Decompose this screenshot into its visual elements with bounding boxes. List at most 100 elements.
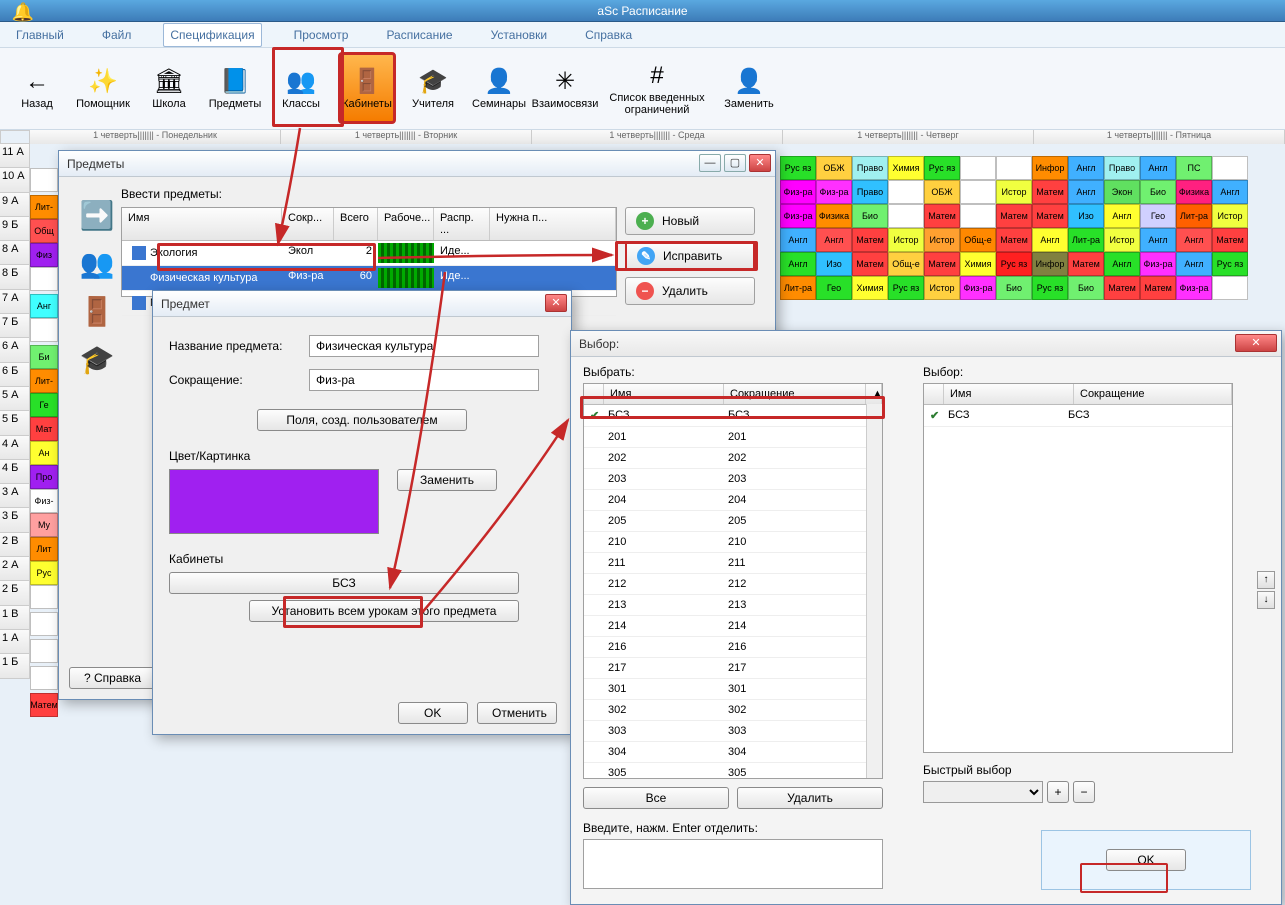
ribbon-Взаимосвязи[interactable]: ✳Взаимосвязи (536, 52, 594, 124)
arrow-icon[interactable]: ➡️ (77, 195, 117, 235)
class-row[interactable]: 11 А (0, 144, 30, 168)
replace-color-button[interactable]: Заменить (397, 469, 497, 491)
class-row[interactable]: 3 А (0, 484, 30, 508)
prompt-label: Ввести предметы: (121, 187, 617, 201)
class-row[interactable]: 9 А (0, 193, 30, 217)
subject-row[interactable]: ЭкологияЭкол2Иде... (122, 241, 616, 266)
class-row[interactable]: 4 А (0, 436, 30, 460)
ok-button[interactable]: OK (1106, 849, 1186, 871)
class-row[interactable]: 10 А (0, 168, 30, 192)
move-up-button[interactable]: ↑ (1257, 571, 1275, 589)
people-icon[interactable]: 👥 (77, 243, 117, 283)
ribbon-Семинары[interactable]: 👤Семинары (470, 52, 528, 124)
help-button[interactable]: ? Справка (69, 667, 156, 689)
room-row[interactable]: 216216 (584, 637, 882, 658)
remove-button[interactable]: Удалить (737, 787, 883, 809)
left-label: Выбрать: (583, 365, 883, 379)
menu-Файл[interactable]: Файл (96, 24, 138, 46)
class-row[interactable]: 3 Б (0, 508, 30, 532)
room-row[interactable]: 303303 (584, 721, 882, 742)
room-row[interactable]: 301301 (584, 679, 882, 700)
ribbon-Классы[interactable]: 👥Классы (272, 52, 330, 124)
class-row[interactable]: 6 Б (0, 363, 30, 387)
ribbon-Назад[interactable]: ←Назад (8, 52, 66, 124)
cancel-button[interactable]: Отменить (477, 702, 557, 724)
room-row[interactable]: 214214 (584, 616, 882, 637)
class-row[interactable]: 2 А (0, 557, 30, 581)
room-row[interactable]: 203203 (584, 469, 882, 490)
new-button[interactable]: +Новый (625, 207, 755, 235)
room-row[interactable]: 205205 (584, 511, 882, 532)
color-label: Цвет/Картинка (169, 449, 555, 463)
hat-icon[interactable]: 🎓 (77, 339, 117, 379)
ok-button[interactable]: OK (398, 702, 468, 724)
delete-button[interactable]: −Удалить (625, 277, 755, 305)
class-row[interactable]: 7 Б (0, 314, 30, 338)
room-row[interactable]: 212212 (584, 574, 882, 595)
menu-Установки[interactable]: Установки (485, 24, 553, 46)
minimize-button[interactable]: — (699, 154, 721, 172)
class-row[interactable]: 8 Б (0, 265, 30, 289)
close-icon[interactable]: ✕ (1235, 334, 1277, 352)
subject-abbr-input[interactable] (309, 369, 539, 391)
add-quick-button[interactable]: + (1047, 781, 1069, 803)
assign-all-button[interactable]: Установить всем урокам этого предмета (249, 600, 519, 622)
room-row[interactable]: 210210 (584, 532, 882, 553)
class-row[interactable]: 9 Б (0, 217, 30, 241)
room-row[interactable]: 217217 (584, 658, 882, 679)
class-row[interactable]: 8 А (0, 241, 30, 265)
edit-button[interactable]: ✎Исправить (625, 241, 755, 271)
available-list[interactable]: ИмяСокращение▲ ✔БСЗБСЗ201201202202203203… (583, 383, 883, 779)
room-row[interactable]: 201201 (584, 427, 882, 448)
class-row[interactable]: 5 А (0, 387, 30, 411)
close-button[interactable]: ✕ (749, 154, 771, 172)
class-row[interactable]: 2 Б (0, 581, 30, 605)
class-row[interactable]: 2 В (0, 533, 30, 557)
user-fields-button[interactable]: Поля, созд. пользователем (257, 409, 467, 431)
class-row[interactable]: 6 А (0, 338, 30, 362)
door-icon[interactable]: 🚪 (77, 291, 117, 331)
subject-name-input[interactable] (309, 335, 539, 357)
class-row[interactable]: 1 В (0, 606, 30, 630)
room-row[interactable]: 213213 (584, 595, 882, 616)
ok-panel: OK (1041, 830, 1251, 890)
room-row[interactable]: 211211 (584, 553, 882, 574)
room-select-button[interactable]: БСЗ (169, 572, 519, 594)
ribbon-Список введенных ограничений[interactable]: #Список введенных ограничений (602, 52, 712, 124)
ribbon-Кабинеты[interactable]: 🚪Кабинеты (338, 52, 396, 124)
menu-Расписание[interactable]: Расписание (380, 24, 458, 46)
ribbon-Учителя[interactable]: 🎓Учителя (404, 52, 462, 124)
room-row[interactable]: ✔БСЗБСЗ (584, 405, 882, 427)
close-icon[interactable]: ✕ (545, 294, 567, 312)
room-row[interactable]: 302302 (584, 700, 882, 721)
menu-Просмотр[interactable]: Просмотр (288, 24, 355, 46)
ribbon-Помощник[interactable]: ✨Помощник (74, 52, 132, 124)
room-row[interactable]: 304304 (584, 742, 882, 763)
room-row[interactable]: 305305 (584, 763, 882, 779)
ribbon-Предметы[interactable]: 📘Предметы (206, 52, 264, 124)
room-row[interactable]: 202202 (584, 448, 882, 469)
subject-row[interactable]: Физическая культураФиз-ра60Иде... (122, 266, 616, 291)
class-row[interactable]: 1 Б (0, 654, 30, 678)
abbr-label: Сокращение: (169, 373, 309, 387)
move-down-button[interactable]: ↓ (1257, 591, 1275, 609)
scrollbar[interactable] (866, 404, 882, 778)
select-all-button[interactable]: Все (583, 787, 729, 809)
menu-Главный[interactable]: Главный (10, 24, 70, 46)
maximize-button[interactable]: ▢ (724, 154, 746, 172)
class-row[interactable]: 4 Б (0, 460, 30, 484)
quick-select[interactable] (923, 781, 1043, 803)
menu-Справка[interactable]: Справка (579, 24, 638, 46)
enter-input[interactable] (583, 839, 883, 889)
room-row[interactable]: ✔БСЗБСЗ (924, 405, 1232, 427)
selected-list[interactable]: ИмяСокращение ✔БСЗБСЗ (923, 383, 1233, 753)
class-row[interactable]: 1 А (0, 630, 30, 654)
class-row[interactable]: 7 А (0, 290, 30, 314)
remove-quick-button[interactable]: − (1073, 781, 1095, 803)
ribbon-Заменить[interactable]: 👤Заменить (720, 52, 778, 124)
ribbon-Школа[interactable]: 🏛Школа (140, 52, 198, 124)
subjects-list[interactable]: Имя Сокр... Всего Рабоче... Распр. ... Н… (121, 207, 617, 297)
room-row[interactable]: 204204 (584, 490, 882, 511)
menu-Спецификация[interactable]: Спецификация (163, 23, 261, 47)
class-row[interactable]: 5 Б (0, 411, 30, 435)
